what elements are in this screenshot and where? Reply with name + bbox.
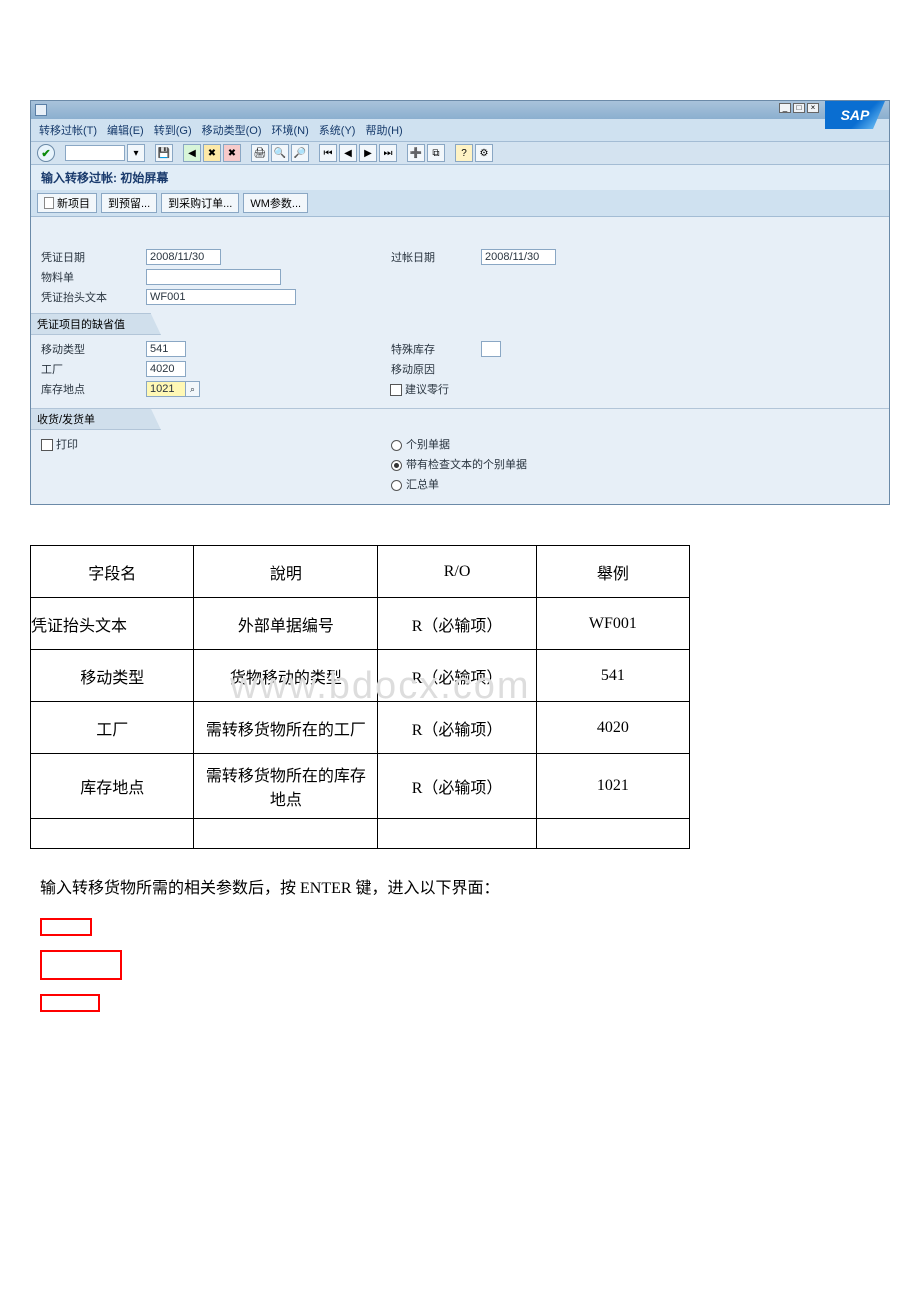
command-field[interactable] xyxy=(65,145,125,161)
back-icon[interactable]: ◀ xyxy=(183,144,201,162)
label-doc-date: 凭证日期 xyxy=(41,249,146,265)
label-special-stock: 特殊库存 xyxy=(391,341,481,357)
radio-icon xyxy=(391,440,402,451)
findnext-icon[interactable]: 🔎 xyxy=(291,144,309,162)
checkbox-icon xyxy=(41,439,53,451)
th-ro: R/O xyxy=(378,546,536,598)
label-reason: 移动原因 xyxy=(391,361,481,377)
document-icon xyxy=(35,104,47,116)
help-icon[interactable]: ? xyxy=(455,144,473,162)
menu-edit[interactable]: 编辑(E) xyxy=(107,122,144,138)
menubar: 转移过帐(T) 编辑(E) 转到(G) 移动类型(O) 环境(N) 系统(Y) … xyxy=(31,119,889,141)
red-highlight-boxes xyxy=(40,918,890,1012)
radio-selected-icon xyxy=(391,460,402,471)
red-box-2 xyxy=(40,950,122,980)
field-sloc[interactable]: 1021 xyxy=(146,381,186,397)
menu-movetype[interactable]: 移动类型(O) xyxy=(202,122,262,138)
section-gr: 收货/发货单 xyxy=(31,408,161,430)
firstpage-icon[interactable]: ⏮ xyxy=(319,144,337,162)
field-matdoc[interactable] xyxy=(146,269,281,285)
section-defaults: 凭证项目的缺省值 xyxy=(31,313,161,335)
save-icon[interactable]: 💾 xyxy=(155,144,173,162)
table-row-empty xyxy=(31,819,690,849)
lastpage-icon[interactable]: ⏭ xyxy=(379,144,397,162)
cancel-icon[interactable]: ✖ xyxy=(223,144,241,162)
th-desc: 說明 xyxy=(194,546,378,598)
maximize-icon[interactable]: □ xyxy=(793,103,805,113)
shortcut-icon[interactable]: ⧉ xyxy=(427,144,445,162)
th-field: 字段名 xyxy=(31,546,194,598)
radio-individual[interactable]: 个别单据 xyxy=(391,436,450,452)
checkbox-suggest-zero[interactable]: 建议零行 xyxy=(390,381,449,397)
sap-titlebar xyxy=(31,101,889,119)
form-body: 凭证日期 2008/11/30 过帐日期 2008/11/30 物料单 凭证抬头… xyxy=(31,217,889,504)
label-matdoc: 物料单 xyxy=(41,269,146,285)
table-row: 凭证抬头文本 外部单据编号 R（必输项） WF001 xyxy=(31,598,690,650)
print-icon[interactable]: 🖨 xyxy=(251,144,269,162)
table-row: 工厂 需转移货物所在的工厂 R（必输项） 4020 xyxy=(31,702,690,754)
field-doc-date[interactable]: 2008/11/30 xyxy=(146,249,221,265)
radio-collective[interactable]: 汇总单 xyxy=(391,476,439,492)
page-icon xyxy=(44,197,54,209)
radio-icon xyxy=(391,480,402,491)
label-plant: 工厂 xyxy=(41,361,146,377)
minimize-icon[interactable]: _ xyxy=(779,103,791,113)
label-post-date: 过帐日期 xyxy=(391,249,481,265)
th-example: 舉例 xyxy=(536,546,689,598)
standard-toolbar: ✔ ▾ 💾 ◀ ✖ ✖ 🖨 🔍 🔎 ⏮ ◀ ▶ ⏭ ➕ ⧉ ? ⚙ xyxy=(31,141,889,165)
newmode-icon[interactable]: ➕ xyxy=(407,144,425,162)
menu-help[interactable]: 帮助(H) xyxy=(365,122,402,138)
btn-wm[interactable]: WM参数... xyxy=(243,193,308,213)
label-sloc: 库存地点 xyxy=(41,381,146,397)
instruction-text: 输入转移货物所需的相关参数后，按 ENTER 键，进入以下界面： xyxy=(40,874,890,898)
red-box-1 xyxy=(40,918,92,936)
find-icon[interactable]: 🔍 xyxy=(271,144,289,162)
page-title: 输入转移过帐: 初始屏幕 xyxy=(31,165,889,190)
field-move-type[interactable]: 541 xyxy=(146,341,186,357)
menu-env[interactable]: 环境(N) xyxy=(272,122,309,138)
prevpage-icon[interactable]: ◀ xyxy=(339,144,357,162)
field-description-table: 字段名 說明 R/O 舉例 凭证抬头文本 外部单据编号 R（必输项） WF001… xyxy=(30,545,690,849)
checkbox-print[interactable]: 打印 xyxy=(41,436,78,452)
field-plant[interactable]: 4020 xyxy=(146,361,186,377)
menu-system[interactable]: 系统(Y) xyxy=(319,122,356,138)
sap-window: _ □ × SAP 转移过帐(T) 编辑(E) 转到(G) 移动类型(O) 环境… xyxy=(30,100,890,505)
layout-icon[interactable]: ⚙ xyxy=(475,144,493,162)
field-header-text[interactable]: WF001 xyxy=(146,289,296,305)
field-special-stock[interactable] xyxy=(481,341,501,357)
dropdown-icon[interactable]: ▾ xyxy=(127,144,145,162)
checkbox-icon xyxy=(390,384,402,396)
exit-icon[interactable]: ✖ xyxy=(203,144,221,162)
field-post-date[interactable]: 2008/11/30 xyxy=(481,249,556,265)
menu-goto[interactable]: 转到(G) xyxy=(154,122,192,138)
enter-icon[interactable]: ✔ xyxy=(37,144,55,162)
label-move-type: 移动类型 xyxy=(41,341,146,357)
btn-to-po[interactable]: 到采购订单... xyxy=(161,193,239,213)
close-icon[interactable]: × xyxy=(807,103,819,113)
menu-transfer[interactable]: 转移过帐(T) xyxy=(39,122,97,138)
app-toolbar: 新项目 到预留... 到采购订单... WM参数... xyxy=(31,190,889,217)
table-row: 移动类型 货物移动的类型 R（必输项） 541 xyxy=(31,650,690,702)
btn-label: 新项目 xyxy=(57,195,90,211)
btn-new-item[interactable]: 新项目 xyxy=(37,193,97,213)
btn-to-reserve[interactable]: 到预留... xyxy=(101,193,157,213)
table-row: 库存地点 需转移货物所在的库存地点 R（必输项） 1021 xyxy=(31,754,690,819)
nextpage-icon[interactable]: ▶ xyxy=(359,144,377,162)
label-header-text: 凭证抬头文本 xyxy=(41,289,146,305)
radio-individual-check[interactable]: 带有检查文本的个别单据 xyxy=(391,456,527,472)
window-controls: _ □ × xyxy=(779,103,819,113)
f4-help-icon[interactable]: ⌕ xyxy=(186,381,200,397)
red-box-3 xyxy=(40,994,100,1012)
